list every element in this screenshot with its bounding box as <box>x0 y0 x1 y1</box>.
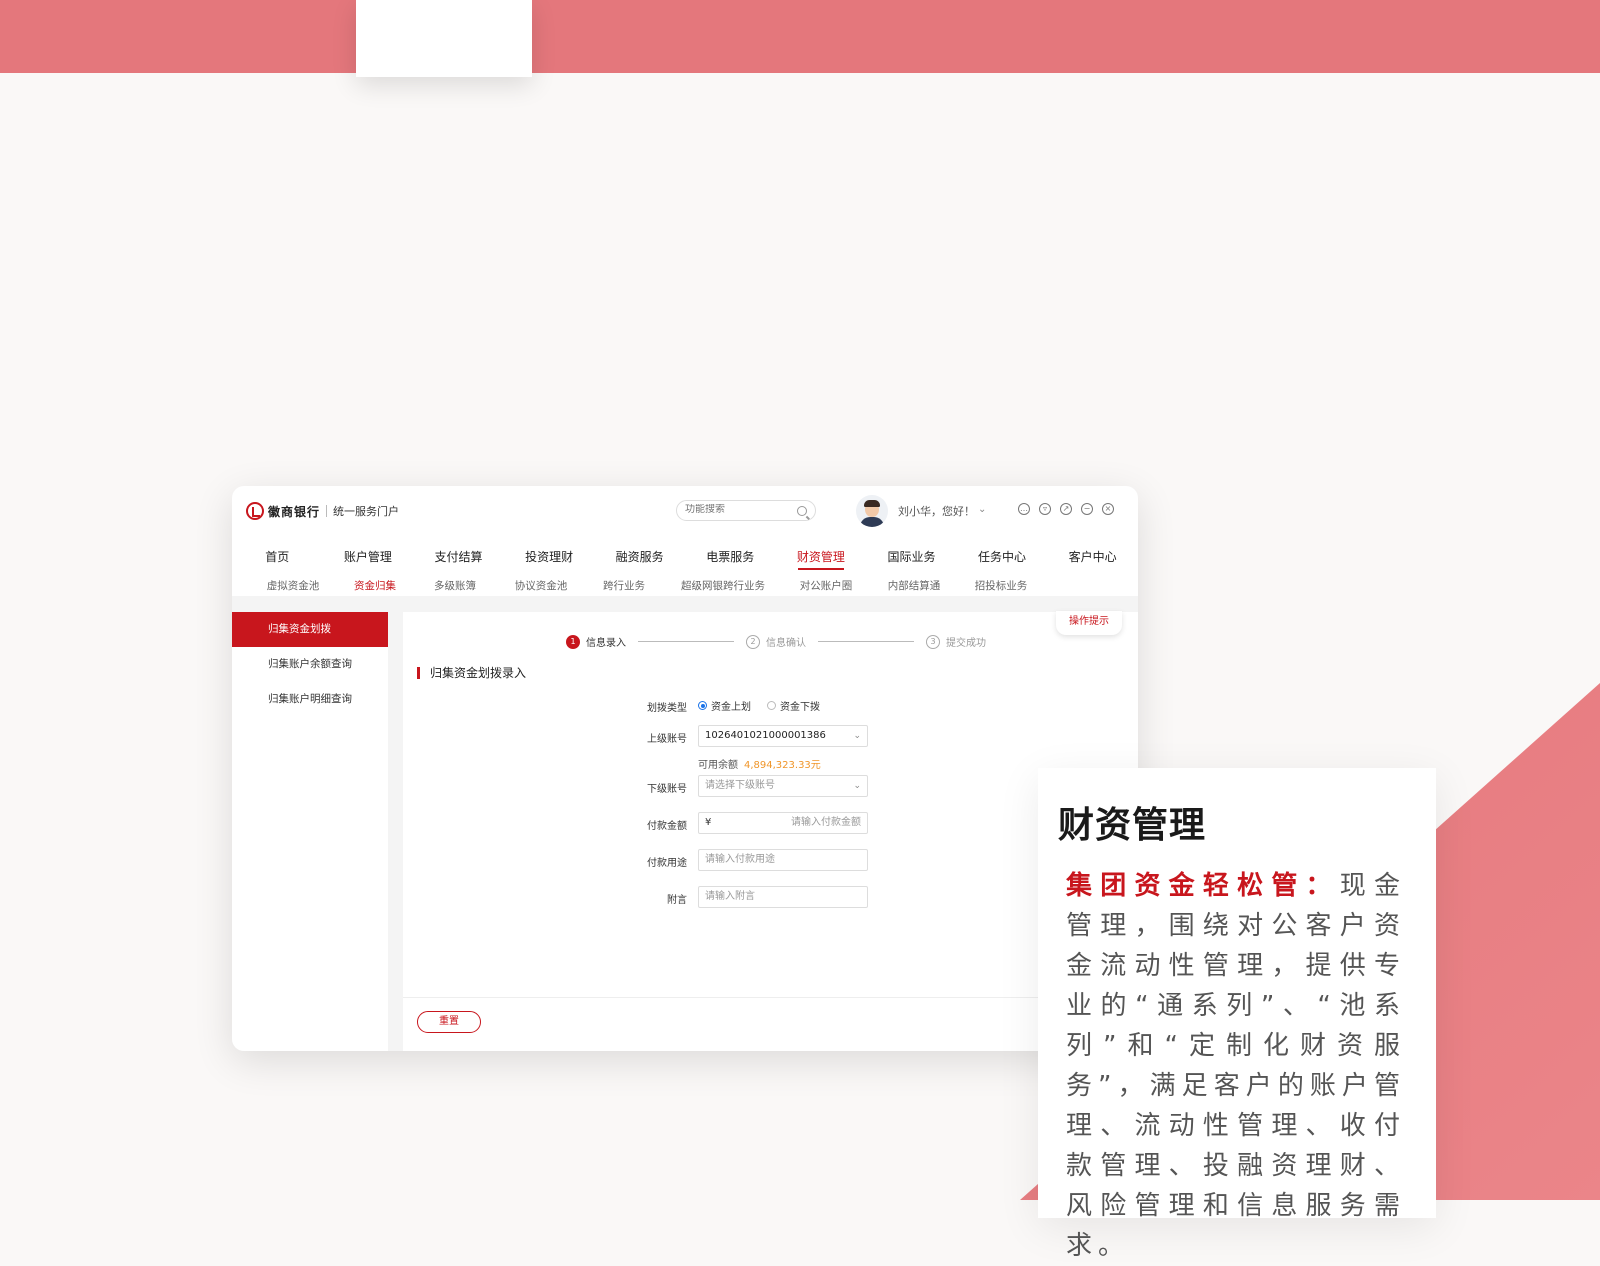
purpose-input[interactable]: 请输入付款用途 <box>698 849 868 871</box>
upper-account-label: 上级账号 <box>647 734 687 745</box>
nav-item-tasks[interactable]: 任务中心 <box>957 548 1048 565</box>
nav-item-financing[interactable]: 融资服务 <box>594 548 685 565</box>
card-description: 现金管理，围绕对公客户资金流动性管理，提供专业的“通系列”、“池系列”和“定制化… <box>1066 871 1406 1261</box>
close-icon[interactable]: × <box>1102 503 1114 515</box>
restore-icon[interactable]: ↗ <box>1060 503 1072 515</box>
subnav-multilevel-ledger[interactable]: 多级账簿 <box>412 578 498 593</box>
subnav-fund-collection[interactable]: 资金归集 <box>338 578 412 593</box>
subnav-agreement-pool[interactable]: 协议资金池 <box>498 578 584 593</box>
chevron-down-icon: ⌄ <box>853 781 861 791</box>
skin-icon[interactable]: ▿ <box>1039 503 1051 515</box>
radio-downward[interactable] <box>767 701 776 710</box>
bank-name: 徽商银行 <box>268 504 321 519</box>
subnav-corporate-circle[interactable]: 对公账户圈 <box>782 578 870 593</box>
subnav-super-ebank[interactable]: 超级网银跨行业务 <box>664 578 782 593</box>
bank-logo[interactable]: 徽商银行 统一服务门户 <box>246 502 399 520</box>
step-3-circle: 3 <box>926 634 940 649</box>
step-3-label: 提交成功 <box>946 638 986 649</box>
sidebar-item-detail-query[interactable]: 归集账户明细查询 <box>232 682 388 717</box>
app-header: 徽商银行 统一服务门户 刘小华，您好！ ⌄ … ▿ ↗ − × <box>232 486 1138 537</box>
subnav-internal-settlement[interactable]: 内部结算通 <box>870 578 958 593</box>
purpose-placeholder: 请输入付款用途 <box>705 854 775 865</box>
radio-upward[interactable] <box>698 701 707 710</box>
bank-logo-icon <box>246 502 264 520</box>
chevron-down-icon[interactable]: ⌄ <box>978 504 986 515</box>
radio-downward-label[interactable]: 资金下拨 <box>780 698 820 713</box>
note-placeholder: 请输入附言 <box>705 891 755 902</box>
search-box[interactable] <box>676 500 816 521</box>
nav-item-international[interactable]: 国际业务 <box>866 548 957 565</box>
radio-upward-label[interactable]: 资金上划 <box>711 698 751 713</box>
step-1-circle: 1 <box>566 634 580 649</box>
transfer-type-radios: 资金上划 资金下拨 <box>698 698 820 713</box>
app-window: 徽商银行 统一服务门户 刘小华，您好！ ⌄ … ▿ ↗ − × 首页 账户管理 … <box>232 486 1138 1051</box>
subnav-virtual-pool[interactable]: 虚拟资金池 <box>248 578 338 593</box>
amount-input[interactable]: ¥ 请输入付款金额 <box>698 812 868 834</box>
amount-label: 付款金额 <box>647 821 687 832</box>
lower-account-select[interactable]: 请选择下级账号 ⌄ <box>698 775 868 797</box>
subnav-cross-bank[interactable]: 跨行业务 <box>584 578 664 593</box>
reset-button[interactable]: 重置 <box>417 1011 481 1033</box>
feature-card: 财资管理 集团资金轻松管：现金管理，围绕对公客户资金流动性管理，提供专业的“通系… <box>1038 768 1436 1261</box>
window-controls: … ▿ ↗ − × <box>1018 503 1114 515</box>
nav-item-payment[interactable]: 支付结算 <box>413 548 504 565</box>
message-icon[interactable]: … <box>1018 503 1030 515</box>
section-title: 归集资金划拨录入 <box>417 667 526 679</box>
user-greeting[interactable]: 刘小华，您好！ <box>898 503 975 519</box>
main-navigation: 首页 账户管理 支付结算 投资理财 融资服务 电票服务 财资管理 国际业务 任务… <box>232 536 1138 596</box>
card-title: 财资管理 <box>1058 805 1207 846</box>
amount-placeholder: 请输入付款金额 <box>791 817 861 828</box>
card-highlight: 集团资金轻松管： <box>1066 871 1340 901</box>
balance-amount: 4,894,323.33元 <box>744 760 821 771</box>
note-input[interactable]: 请输入附言 <box>698 886 868 908</box>
operation-tips-button[interactable]: 操作提示 <box>1056 611 1122 635</box>
upper-account-value: 1026401021000001386 <box>705 730 826 741</box>
nav-main: 首页 账户管理 支付结算 投资理财 融资服务 电票服务 财资管理 国际业务 任务… <box>232 548 1138 570</box>
search-icon[interactable] <box>797 506 807 516</box>
portal-subtitle: 统一服务门户 <box>333 505 400 518</box>
chevron-down-icon: ⌄ <box>853 731 861 741</box>
step-1-label: 信息录入 <box>586 638 626 649</box>
nav-item-investment[interactable]: 投资理财 <box>504 548 595 565</box>
purpose-label: 付款用途 <box>647 858 687 869</box>
nav-item-treasury[interactable]: 财资管理 <box>776 548 867 570</box>
nav-item-customer[interactable]: 客户中心 <box>1047 548 1138 565</box>
step-2-label: 信息确认 <box>766 638 806 649</box>
nav-item-account[interactable]: 账户管理 <box>323 548 414 565</box>
nav-item-ebill[interactable]: 电票服务 <box>685 548 776 565</box>
avatar[interactable] <box>856 495 888 527</box>
nav-item-home[interactable]: 首页 <box>232 548 323 565</box>
nav-sub: 虚拟资金池 资金归集 多级账簿 协议资金池 跨行业务 超级网银跨行业务 对公账户… <box>232 578 1138 593</box>
search-input[interactable] <box>685 504 793 515</box>
step-2-circle: 2 <box>746 634 760 649</box>
available-balance: 可用余额 4,894,323.33元 <box>698 756 821 771</box>
note-label: 附言 <box>667 895 687 906</box>
minimize-icon[interactable]: − <box>1081 503 1093 515</box>
step-indicator: 1 信息录入 2 信息确认 3 提交成功 <box>566 634 986 649</box>
lower-account-placeholder: 请选择下级账号 <box>705 780 775 791</box>
upper-account-select[interactable]: 1026401021000001386 ⌄ <box>698 725 868 747</box>
transfer-type-label: 划拨类型 <box>647 703 687 714</box>
subnav-bidding[interactable]: 招投标业务 <box>958 578 1044 593</box>
sidebar-item-fund-transfer[interactable]: 归集资金划拨 <box>232 612 388 647</box>
main-panel: 操作提示 1 信息录入 2 信息确认 3 提交成功 归集资金划拨录入 划拨类型 … <box>403 611 1138 1051</box>
balance-label: 可用余额 <box>698 760 738 771</box>
sidebar: 归集资金划拨 归集账户余额查询 归集账户明细查询 <box>232 612 388 1051</box>
currency-prefix: ¥ <box>705 817 712 828</box>
sidebar-item-balance-query[interactable]: 归集账户余额查询 <box>232 647 388 682</box>
lower-account-label: 下级账号 <box>647 784 687 795</box>
card-body: 集团资金轻松管：现金管理，围绕对公客户资金流动性管理，提供专业的“通系列”、“池… <box>1066 866 1406 1266</box>
